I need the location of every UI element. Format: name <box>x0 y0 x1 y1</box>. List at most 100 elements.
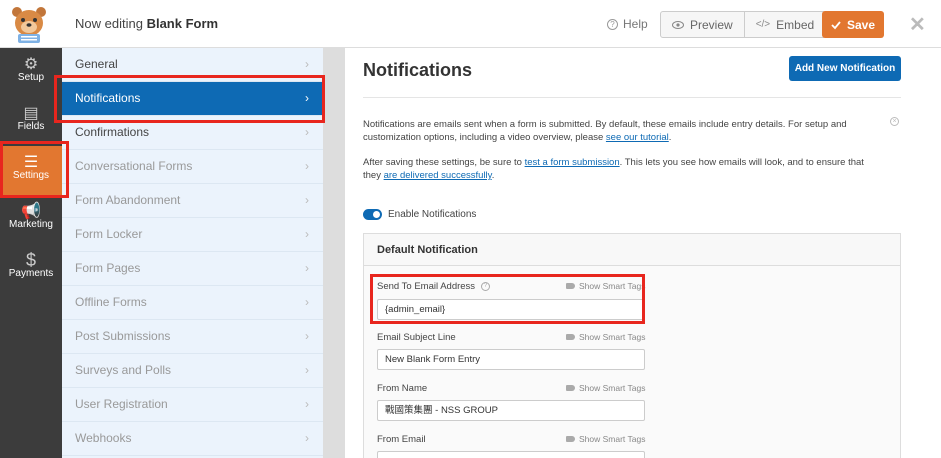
submenu-item-label: Form Abandonment <box>75 193 181 207</box>
tutorial-link[interactable]: see our tutorial <box>606 132 669 143</box>
dollar-icon: $ <box>25 250 36 270</box>
tag-icon <box>566 436 575 442</box>
submenu-item-label: Offline Forms <box>75 295 147 309</box>
dismiss-icon[interactable]: × <box>890 117 899 126</box>
chevron-right-icon: › <box>305 397 309 411</box>
submenu-item-label: General <box>75 57 118 71</box>
tag-icon <box>566 385 575 391</box>
field-label-text: From Name <box>377 383 428 394</box>
intro-text-body: Notifications are emails sent when a for… <box>363 119 847 143</box>
field-label-text: Email Subject Line <box>377 332 456 343</box>
chevron-right-icon: › <box>305 295 309 309</box>
submenu-item-form-pages[interactable]: Form Pages › <box>62 252 323 286</box>
checkmark-icon <box>831 20 841 29</box>
save-button[interactable]: Save <box>822 11 884 38</box>
preview-label: Preview <box>690 17 733 32</box>
help-link[interactable]: ? Help <box>607 17 648 31</box>
email-subject-input[interactable]: New Blank Form Entry <box>377 349 645 370</box>
after-text-body: After saving these settings, be sure to <box>363 157 525 168</box>
sidebar-item-payments[interactable]: $ Payments <box>0 244 62 293</box>
help-label: Help <box>623 17 648 31</box>
submenu-item-offline-forms[interactable]: Offline Forms › <box>62 286 323 320</box>
chevron-right-icon: › <box>305 193 309 207</box>
embed-button[interactable]: </> Embed <box>743 12 826 37</box>
enable-notifications-label: Enable Notifications <box>388 209 477 220</box>
submenu-item-label: Surveys and Polls <box>75 363 172 377</box>
submenu-item-form-abandonment[interactable]: Form Abandonment › <box>62 184 323 218</box>
chevron-right-icon: › <box>305 329 309 343</box>
sidebar-item-fields[interactable]: ▤ Fields <box>0 97 62 146</box>
preview-embed-group: Preview </> Embed <box>660 11 827 38</box>
section-title: Notifications <box>363 60 473 80</box>
chevron-right-icon: › <box>305 159 309 173</box>
wpforms-bear-logo-icon <box>12 7 46 43</box>
show-smart-tags-link[interactable]: Show Smart Tags <box>566 434 645 444</box>
panel-title: Default Notification <box>364 234 900 266</box>
show-smart-tags-link[interactable]: Show Smart Tags <box>566 332 645 342</box>
title-divider <box>363 97 901 98</box>
title-prefix: Now editing <box>75 16 143 31</box>
smart-tags-label: Show Smart Tags <box>579 383 646 393</box>
field-label-text: From Email <box>377 434 426 445</box>
chevron-right-icon: › <box>305 261 309 275</box>
sidebar-item-label: Marketing <box>9 219 53 230</box>
sidebar-item-setup[interactable]: ⚙ Setup <box>0 48 62 97</box>
sidebar-item-label: Setup <box>17 72 45 83</box>
default-notification-panel: Default Notification Send To Email Addre… <box>363 233 901 458</box>
from-email-input[interactable] <box>377 451 645 458</box>
highlight-box-notifications <box>54 75 325 123</box>
embed-label: Embed <box>776 17 815 32</box>
sidebar-item-marketing[interactable]: 📢 Marketing <box>0 195 62 244</box>
sidebar-item-label: Payments <box>8 268 54 279</box>
submenu-item-user-registration[interactable]: User Registration › <box>62 388 323 422</box>
delivered-successfully-link[interactable]: are delivered successfully <box>384 170 492 181</box>
email-subject-label: Email Subject Line <box>377 332 456 343</box>
intro-text: Notifications are emails sent when a for… <box>363 118 883 144</box>
main-sidebar: ⚙ Setup ▤ Fields ☰ Settings 📢 Marketing … <box>0 48 62 458</box>
chevron-right-icon: › <box>305 431 309 445</box>
save-label: Save <box>846 17 876 32</box>
megaphone-icon: 📢 <box>21 203 41 220</box>
add-new-notification-button[interactable]: Add New Notification <box>789 56 901 81</box>
panel-divider <box>323 48 345 458</box>
gear-icon: ⚙ <box>23 56 39 73</box>
submenu-item-label: Webhooks <box>75 431 132 445</box>
page-title: Now editing Blank Form <box>75 16 218 31</box>
intro-text-end: . <box>668 132 672 143</box>
submenu-item-conversational-forms[interactable]: Conversational Forms › <box>62 150 323 184</box>
test-submission-link[interactable]: test a form submission <box>525 157 620 168</box>
notifications-content: Notifications Add New Notification Notif… <box>345 48 941 458</box>
preview-button[interactable]: Preview <box>661 12 744 37</box>
code-icon: </> <box>755 19 771 30</box>
from-email-label: From Email <box>377 434 426 445</box>
chevron-right-icon: › <box>305 363 309 377</box>
question-icon: ? <box>607 18 618 30</box>
after-text-end: . <box>491 170 495 181</box>
submenu-item-surveys-and-polls[interactable]: Surveys and Polls › <box>62 354 323 388</box>
submenu-item-form-locker[interactable]: Form Locker › <box>62 218 323 252</box>
fields-icon: ▤ <box>23 105 39 122</box>
submenu-item-label: Form Locker <box>75 227 143 241</box>
sidebar-item-label: Fields <box>17 121 45 132</box>
submenu-item-webhooks[interactable]: Webhooks › <box>62 422 323 456</box>
smart-tags-label: Show Smart Tags <box>579 332 646 342</box>
highlight-box-settings <box>0 141 69 198</box>
eye-icon <box>672 20 684 29</box>
submenu-item-label: Form Pages <box>75 261 141 275</box>
highlight-box-send-to-email <box>370 274 645 324</box>
top-bar: Now editing Blank Form ? Help Preview </… <box>0 0 941 48</box>
enable-notifications-toggle[interactable] <box>363 209 382 220</box>
smart-tags-label: Show Smart Tags <box>579 434 646 444</box>
form-name: Blank Form <box>146 16 219 31</box>
after-saving-text: After saving these settings, be sure to … <box>363 156 883 182</box>
from-name-input[interactable]: 戰國策集團 - NSS GROUP <box>377 400 645 421</box>
submenu-item-post-submissions[interactable]: Post Submissions › <box>62 320 323 354</box>
submenu-item-label: Confirmations <box>75 125 150 139</box>
show-smart-tags-link[interactable]: Show Smart Tags <box>566 383 645 393</box>
submenu-item-label: User Registration <box>75 397 168 411</box>
tag-icon <box>566 334 575 340</box>
submenu-item-label: Conversational Forms <box>75 159 193 173</box>
chevron-right-icon: › <box>305 227 309 241</box>
close-icon[interactable]: ✕ <box>909 12 926 37</box>
submenu-item-label: Post Submissions <box>75 329 171 343</box>
